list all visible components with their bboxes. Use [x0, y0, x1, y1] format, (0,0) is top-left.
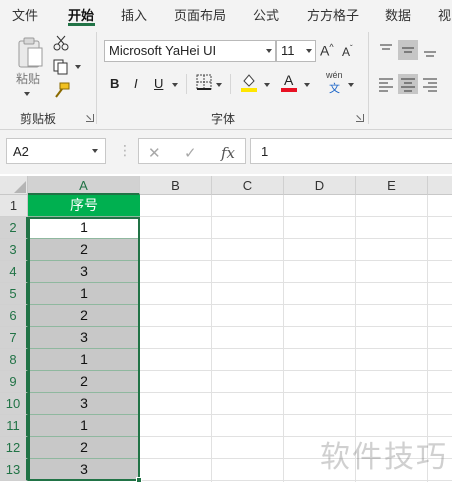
borders-dropdown-arrow[interactable]: [216, 83, 222, 87]
tab-page-layout[interactable]: 页面布局: [174, 5, 226, 24]
formula-input[interactable]: 1: [250, 138, 452, 164]
font-name-dropdown-arrow[interactable]: [266, 49, 272, 53]
font-divider: [186, 74, 187, 94]
column-header-c[interactable]: C: [212, 176, 284, 195]
name-box-dropdown-arrow[interactable]: [92, 149, 98, 153]
row-header-7[interactable]: 7: [0, 327, 28, 349]
middle-align-icon[interactable]: [398, 40, 418, 60]
font-color-button[interactable]: A: [280, 72, 300, 92]
watermark-text: 软件技巧: [320, 440, 448, 475]
row-header-8[interactable]: 8: [0, 349, 28, 371]
font-divider-2: [230, 74, 231, 94]
top-align-icon[interactable]: [376, 40, 396, 60]
phonetic-pinyin: wén: [326, 70, 343, 80]
tab-file[interactable]: 文件: [12, 5, 38, 24]
row-header-11[interactable]: 11: [0, 415, 28, 437]
cut-icon[interactable]: [52, 34, 72, 52]
phonetic-guide-button[interactable]: wén 文: [324, 70, 348, 95]
copy-dropdown-arrow[interactable]: [75, 65, 81, 69]
column-header-a[interactable]: A: [28, 176, 140, 195]
font-color-swatch: [281, 88, 297, 92]
align-center-icon[interactable]: [398, 74, 418, 94]
font-dialog-launcher[interactable]: [356, 114, 364, 122]
row-header-10[interactable]: 10: [0, 393, 28, 415]
row-header-6[interactable]: 6: [0, 305, 28, 327]
paste-label: 粘贴: [16, 72, 41, 86]
cell-a1[interactable]: 序号: [28, 195, 140, 217]
paste-dropdown-arrow[interactable]: [24, 92, 30, 96]
underline-button[interactable]: U: [154, 76, 163, 91]
selection-range-border: [28, 217, 140, 481]
formula-bar: A2 ⋮ ✕ ✓ fx 1: [0, 130, 452, 174]
row-header-9[interactable]: 9: [0, 371, 28, 393]
font-color-dropdown-arrow[interactable]: [304, 83, 310, 87]
column-header-e[interactable]: E: [356, 176, 428, 195]
row-header-12[interactable]: 12: [0, 437, 28, 459]
underline-dropdown-arrow[interactable]: [172, 83, 178, 87]
bottom-align-icon[interactable]: [420, 40, 440, 60]
insert-function-icon[interactable]: fx: [221, 144, 235, 162]
row-header-4[interactable]: 4: [0, 261, 28, 283]
tab-view[interactable]: 视: [438, 5, 451, 24]
column-header-f[interactable]: [428, 176, 452, 195]
clipboard-group-label: 剪贴板: [20, 112, 57, 126]
increase-font-size-button[interactable]: A^: [320, 42, 334, 59]
row-header-1[interactable]: 1: [0, 195, 28, 217]
font-group-label: 字体: [211, 112, 236, 126]
format-painter-icon[interactable]: [52, 82, 72, 100]
ribbon-tab-bar: 文件 开始 插入 页面布局 公式 方方格子 数据 视: [0, 0, 452, 26]
column-header-d[interactable]: D: [284, 176, 356, 195]
formula-bar-grip-icon[interactable]: ⋮: [118, 142, 132, 159]
select-all-corner[interactable]: [0, 176, 28, 195]
row-header-3[interactable]: 3: [0, 239, 28, 261]
group-separator: [96, 32, 97, 124]
row-header-2[interactable]: 2: [0, 217, 28, 239]
align-left-icon[interactable]: [376, 74, 396, 94]
tab-home[interactable]: 开始: [68, 5, 94, 24]
phonetic-character: 文: [329, 83, 340, 95]
phonetic-dropdown-arrow[interactable]: [348, 83, 354, 87]
row-header-5[interactable]: 5: [0, 283, 28, 305]
italic-button[interactable]: I: [134, 76, 138, 91]
tab-formulas[interactable]: 公式: [253, 5, 279, 24]
decrease-font-size-button[interactable]: Aˇ: [342, 44, 353, 59]
font-name-select[interactable]: Microsoft YaHei UI: [104, 40, 276, 62]
fill-color-icon[interactable]: [240, 72, 260, 92]
row-header-13[interactable]: 13: [0, 459, 28, 481]
fill-color-dropdown-arrow[interactable]: [264, 83, 270, 87]
font-color-letter: A: [284, 72, 294, 88]
clipboard-dialog-launcher[interactable]: [86, 114, 94, 122]
align-right-icon[interactable]: [420, 74, 440, 94]
enter-icon[interactable]: ✓: [184, 144, 197, 162]
clipboard-icon: [18, 37, 43, 68]
fill-handle[interactable]: [136, 477, 142, 482]
tab-fangfang-gezi[interactable]: 方方格子: [307, 5, 359, 24]
column-header-b[interactable]: B: [140, 176, 212, 195]
cancel-icon[interactable]: ✕: [148, 144, 161, 162]
copy-icon[interactable]: [52, 58, 72, 76]
borders-icon[interactable]: [196, 74, 216, 92]
tab-data[interactable]: 数据: [385, 5, 411, 24]
font-size-dropdown-arrow[interactable]: [306, 49, 312, 53]
group-separator: [368, 32, 369, 124]
name-box[interactable]: A2: [6, 138, 106, 164]
tab-insert[interactable]: 插入: [121, 5, 147, 24]
ribbon: 粘贴 剪贴板 Microsoft YaHei UI 11 A^ Aˇ B I U…: [0, 26, 452, 130]
bold-button[interactable]: B: [110, 76, 119, 91]
